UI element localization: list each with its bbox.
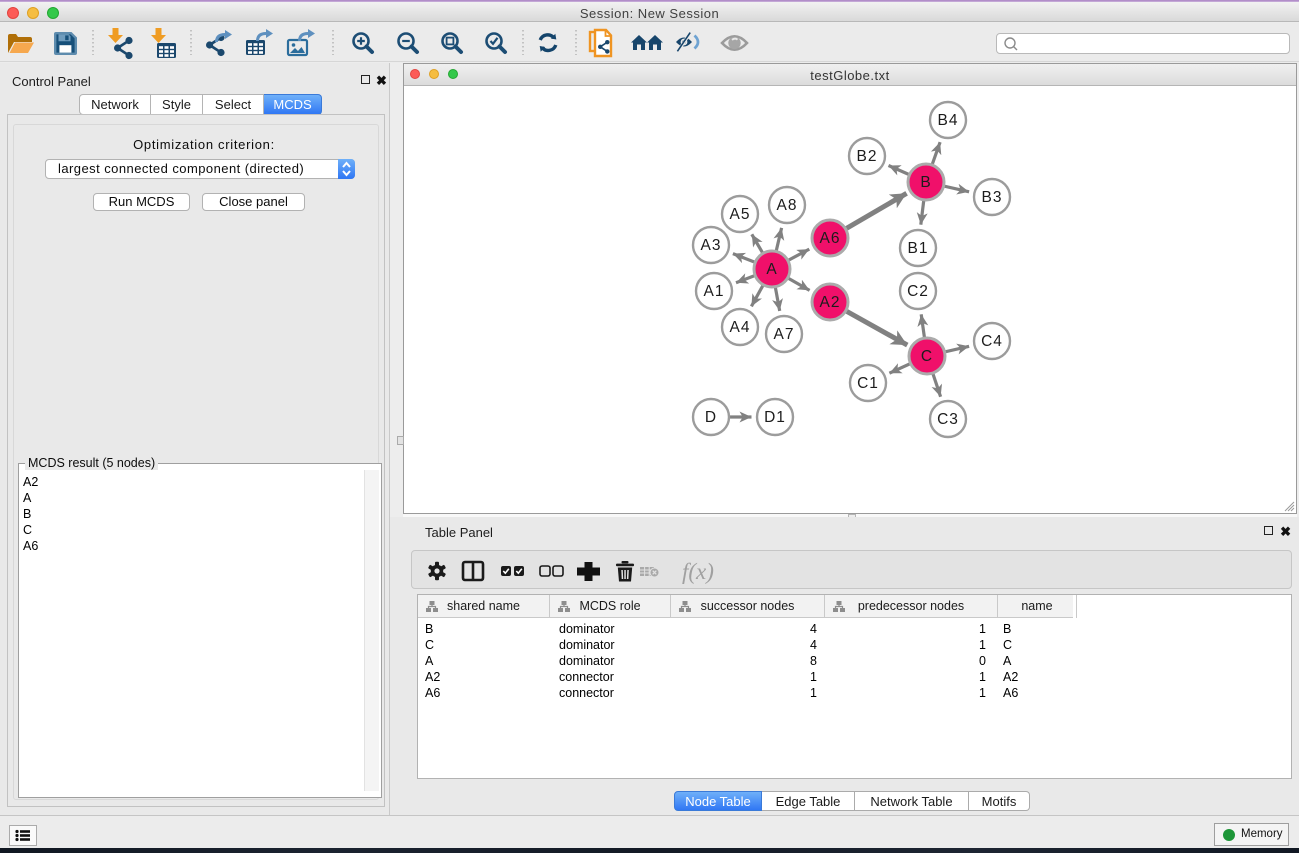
svg-text:C2: C2 — [907, 283, 929, 300]
svg-text:B3: B3 — [982, 189, 1003, 206]
svg-text:B4: B4 — [938, 112, 959, 129]
svg-text:B: B — [920, 174, 931, 191]
svg-text:B2: B2 — [857, 148, 878, 165]
svg-text:C1: C1 — [857, 375, 879, 392]
svg-text:A5: A5 — [730, 206, 751, 223]
svg-text:A6: A6 — [820, 230, 841, 247]
svg-text:B1: B1 — [908, 240, 929, 257]
svg-text:A4: A4 — [730, 319, 751, 336]
svg-text:C: C — [921, 348, 933, 365]
svg-text:A2: A2 — [820, 294, 841, 311]
svg-text:f(x): f(x) — [682, 559, 714, 584]
svg-text:C3: C3 — [937, 411, 959, 428]
svg-text:A: A — [766, 261, 777, 278]
svg-text:D: D — [705, 409, 717, 426]
svg-text:D1: D1 — [764, 409, 786, 426]
svg-text:A8: A8 — [777, 197, 798, 214]
svg-text:A3: A3 — [701, 237, 722, 254]
svg-text:A7: A7 — [774, 326, 795, 343]
svg-text:C4: C4 — [981, 333, 1003, 350]
svg-text:A1: A1 — [704, 283, 725, 300]
